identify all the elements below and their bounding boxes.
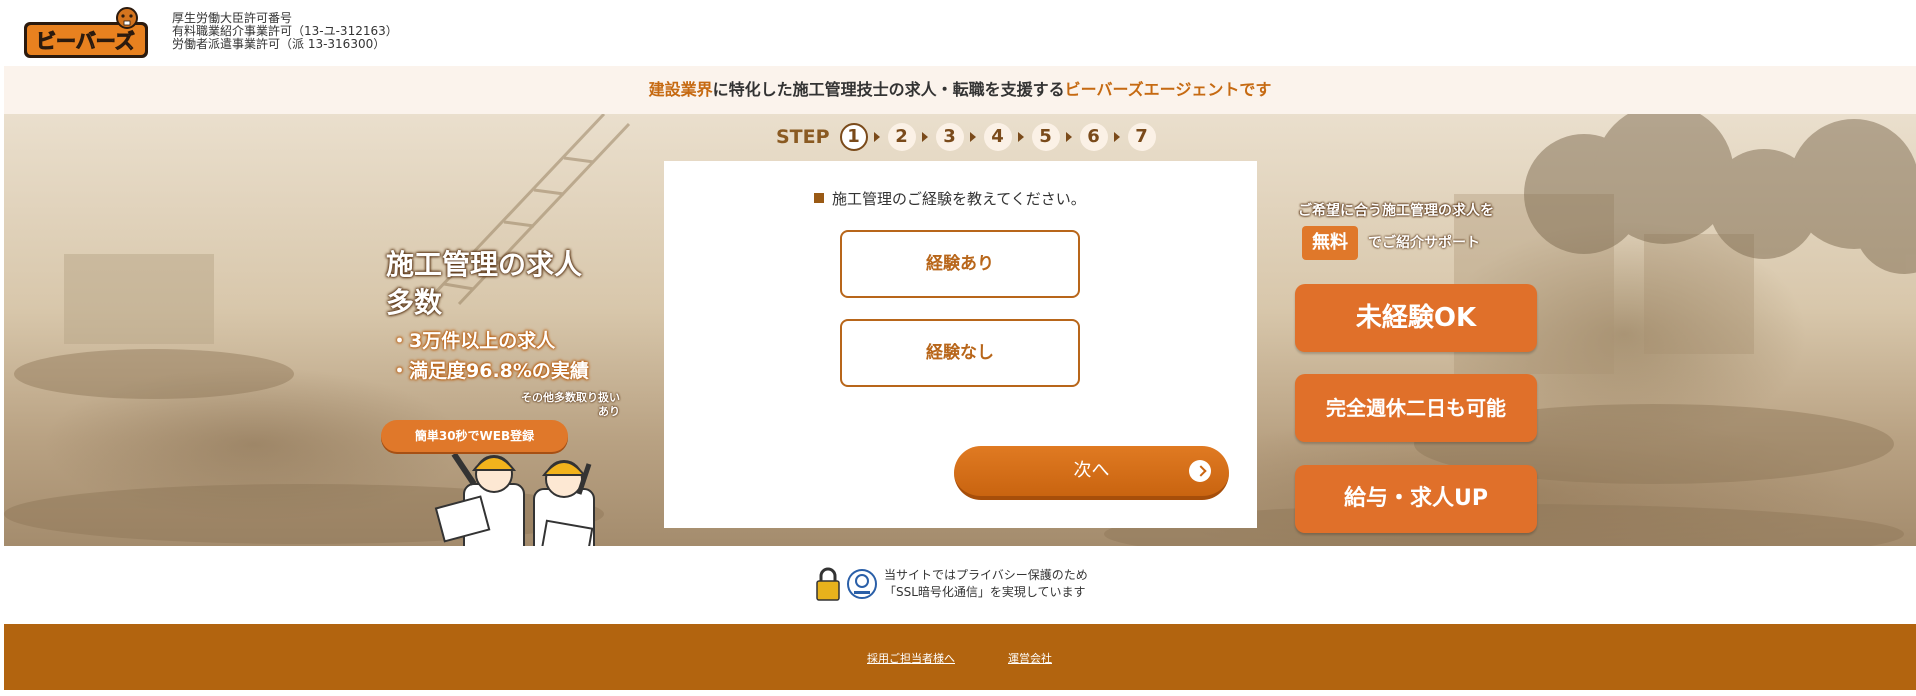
question-card: 施工管理のご経験を教えてください。 経験あり 経験なし 次へ [664, 161, 1257, 528]
free-badge: 無料 [1302, 226, 1358, 260]
logo-text: ビーバーズ [36, 29, 135, 53]
promo-title: 施工管理の求人 多数 [386, 246, 626, 322]
step-arrow-icon [1017, 132, 1024, 142]
option-experienced-button[interactable]: 経験あり [840, 230, 1080, 298]
tagline-part-3: ビーバーズエージェントです [1064, 80, 1272, 99]
next-button[interactable]: 次へ [954, 446, 1229, 500]
promo-bullet-2: ・満足度96.8%の実績 [390, 360, 589, 382]
next-button-label: 次へ [1073, 460, 1110, 481]
ssl-line-2: 「SSL暗号化通信」を実現しています [884, 585, 1086, 599]
question-label: 施工管理のご経験を教えてください。 [832, 190, 1086, 208]
tagline-part-1: 建設業界 [648, 80, 713, 99]
footer-link-employers[interactable]: 採用ご担当者様へ [867, 650, 955, 666]
step-4: 4 [983, 123, 1012, 151]
promo-title-line-1: 施工管理の求人 [386, 248, 583, 281]
feature-badge-no-experience: 未経験OK [1295, 284, 1537, 352]
step-arrow-icon [1065, 132, 1072, 142]
feature-badge-two-days-off: 完全週休二日も可能 [1295, 374, 1537, 442]
step-3: 3 [935, 123, 964, 151]
arrow-right-circle-icon [1189, 460, 1211, 482]
ssl-text: 当サイトではプライバシー保護のため 「SSL暗号化通信」を実現しています [884, 567, 1088, 601]
step-arrow-icon [921, 132, 928, 142]
step-6: 6 [1079, 123, 1108, 151]
license-line-3: 労働者派遣事業許可（派 13-316300） [172, 37, 386, 51]
license-info: 厚生労働大臣許可番号 有料職業紹介事業許可（13-ユ-312163） 労働者派遣… [172, 12, 398, 51]
right-promo-sub-text: でご紹介サポート [1368, 235, 1480, 251]
step-arrow-icon [1113, 132, 1120, 142]
step-2: 2 [887, 123, 916, 151]
padlock-icon [816, 567, 840, 601]
promo-note-line-1: その他多数取り扱い [521, 391, 620, 404]
step-label: STEP [776, 126, 830, 148]
footer-link-company[interactable]: 運営会社 [1008, 650, 1052, 666]
site-header: ビーバーズ 厚生労働大臣許可番号 有料職業紹介事業許可（13-ユ-312163）… [0, 0, 1916, 64]
promo-title-line-2: 多数 [386, 286, 443, 319]
step-1: 1 [839, 123, 868, 151]
right-promo-heading: ご希望に合う施工管理の求人を [1298, 203, 1494, 219]
promo-note: その他多数取り扱い あり [500, 391, 620, 419]
promo-bullet-1: ・3万件以上の求人 [390, 330, 556, 352]
square-bullet-icon [814, 193, 824, 203]
step-7: 7 [1127, 123, 1156, 151]
step-indicator: STEP 1 2 3 4 5 6 7 [776, 120, 1156, 154]
privacy-mark-icon [847, 569, 877, 599]
question-text: 施工管理のご経験を教えてください。 [814, 188, 1086, 209]
step-arrow-icon [873, 132, 880, 142]
ssl-notice: 当サイトではプライバシー保護のため 「SSL暗号化通信」を実現しています [814, 564, 1088, 604]
right-promo-sub: 無料 でご紹介サポート [1302, 226, 1480, 260]
promo-note-line-2: あり [598, 405, 620, 418]
promo-bullets: ・3万件以上の求人 ・満足度96.8%の実績 [390, 326, 589, 386]
tagline-part-2: に特化した施工管理技士の求人・転職を支援する [712, 80, 1065, 99]
beavers-logo[interactable]: ビーバーズ [22, 6, 152, 60]
feature-badge-salary-up: 給与・求人UP [1295, 465, 1537, 533]
web-register-button[interactable]: 簡単30秒でWEB登録 [381, 420, 568, 452]
ssl-line-1: 当サイトではプライバシー保護のため [884, 568, 1088, 582]
step-5: 5 [1031, 123, 1060, 151]
step-arrow-icon [969, 132, 976, 142]
tagline-banner: 建設業界に特化した施工管理技士の求人・転職を支援するビーバーズエージェントです [4, 66, 1916, 114]
site-footer: 採用ご担当者様へ 運営会社 [4, 624, 1916, 690]
option-no-experience-button[interactable]: 経験なし [840, 319, 1080, 387]
